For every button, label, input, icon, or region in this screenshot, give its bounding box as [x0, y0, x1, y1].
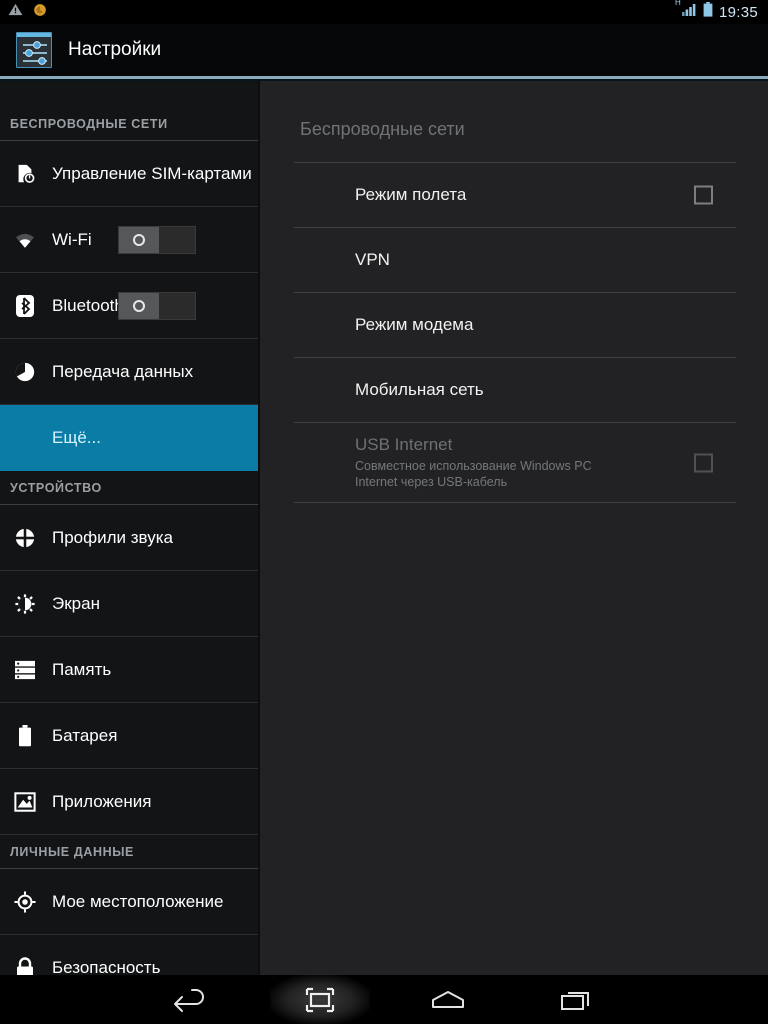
warning-triangle-icon: [8, 2, 23, 22]
sidebar-item-label: Мое местоположение: [52, 891, 224, 911]
sidebar-item-sim-management[interactable]: Управление SIM-картами: [0, 141, 258, 207]
row-summary: Совместное использование Windows PC Inte…: [355, 459, 592, 489]
sidebar-item-data-usage[interactable]: Передача данных: [0, 339, 258, 405]
page-title: Настройки: [68, 39, 162, 60]
screenshot-icon[interactable]: [270, 975, 370, 1024]
status-bar-clock: 19:35: [718, 3, 758, 21]
app-notification-icon: [33, 3, 47, 22]
pane-row-mobile-network[interactable]: Мобильная сеть: [294, 358, 736, 423]
sidebar-section-header-wireless: БЕСПРОВОДНЫЕ СЕТИ: [0, 107, 258, 141]
sidebar-item-label: Профили звука: [52, 527, 173, 547]
pane-row-airplane-mode[interactable]: Режим полета: [294, 163, 736, 228]
pane-row-usb-internet: USB Internet Совместное использование Wi…: [294, 423, 736, 503]
sidebar-item-security[interactable]: Безопасность: [0, 935, 258, 975]
settings-sliders-icon: [16, 32, 52, 68]
row-title: Режим модема: [355, 315, 474, 334]
bluetooth-icon: [10, 294, 40, 318]
network-type-label: H: [674, 0, 681, 7]
sidebar-item-my-location[interactable]: Мое местоположение: [0, 869, 258, 935]
pane-row-vpn[interactable]: VPN: [294, 228, 736, 293]
data-usage-icon: [10, 361, 40, 383]
battery-icon: [703, 2, 713, 22]
sidebar-item-wifi[interactable]: Wi-Fi: [0, 207, 258, 273]
signal-bars-icon: H: [675, 0, 697, 22]
row-title: Мобильная сеть: [355, 380, 484, 399]
row-title: USB Internet: [355, 435, 453, 454]
sidebar-item-label: Безопасность: [52, 957, 161, 976]
sound-profile-icon: [10, 526, 40, 549]
back-icon[interactable]: [140, 975, 240, 1024]
sidebar-section-header-personal: ЛИЧНЫЕ ДАННЫЕ: [0, 835, 258, 869]
sidebar-item-label: Wi-Fi: [52, 229, 92, 249]
home-icon[interactable]: [398, 975, 498, 1024]
android-settings-screen: H 19:35 Настройки БЕСПРОВОДНЫЕ СЕТИ Упра…: [0, 0, 768, 1024]
location-icon: [10, 890, 40, 913]
status-bar-left-icons: [0, 2, 47, 22]
sidebar-item-more[interactable]: Ещё...: [0, 405, 258, 471]
sidebar-item-storage[interactable]: Память: [0, 637, 258, 703]
wifi-toggle[interactable]: [118, 225, 196, 254]
sidebar-item-sound-profiles[interactable]: Профили звука: [0, 505, 258, 571]
sidebar-section-header-device: УСТРОЙСТВО: [0, 471, 258, 505]
sidebar-item-label: Приложения: [52, 791, 152, 811]
row-title: Режим полета: [355, 185, 467, 204]
recents-icon[interactable]: [527, 975, 627, 1024]
storage-icon: [10, 660, 40, 680]
sidebar-item-label: Bluetooth: [52, 295, 124, 315]
status-bar: H 19:35: [0, 0, 768, 24]
sidebar-item-label: Память: [52, 659, 112, 679]
sidebar-item-label: Экран: [52, 593, 100, 613]
sidebar-item-label: Управление SIM-картами: [52, 163, 252, 183]
sim-card-icon: [10, 163, 40, 185]
battery-icon: [10, 724, 40, 747]
status-bar-right-icons: H 19:35: [675, 0, 768, 22]
row-title: VPN: [355, 250, 390, 269]
settings-sidebar[interactable]: БЕСПРОВОДНЫЕ СЕТИ Управление SIM-картами…: [0, 81, 258, 975]
wireless-networks-pane: Беспроводные сети Режим полета VPN Режим…: [260, 81, 768, 975]
airplane-mode-checkbox[interactable]: [694, 185, 713, 205]
action-bar: Настройки: [0, 24, 768, 76]
sidebar-item-label: Передача данных: [52, 361, 194, 381]
sidebar-item-battery[interactable]: Батарея: [0, 703, 258, 769]
navigation-bar: [0, 975, 768, 1024]
sidebar-item-display[interactable]: Экран: [0, 571, 258, 637]
bluetooth-toggle[interactable]: [118, 291, 196, 320]
pane-row-tethering[interactable]: Режим модема: [294, 293, 736, 358]
sidebar-item-label: Ещё...: [52, 428, 101, 447]
apps-icon: [10, 791, 40, 813]
wifi-icon: [10, 230, 40, 250]
usb-internet-checkbox: [694, 453, 713, 472]
sidebar-item-label: Батарея: [52, 725, 118, 745]
display-brightness-icon: [10, 593, 40, 615]
lock-icon: [10, 956, 40, 975]
sidebar-item-bluetooth[interactable]: Bluetooth: [0, 273, 258, 339]
pane-header: Беспроводные сети: [300, 119, 465, 139]
sidebar-item-apps[interactable]: Приложения: [0, 769, 258, 835]
content-area: БЕСПРОВОДНЫЕ СЕТИ Управление SIM-картами…: [0, 81, 768, 975]
